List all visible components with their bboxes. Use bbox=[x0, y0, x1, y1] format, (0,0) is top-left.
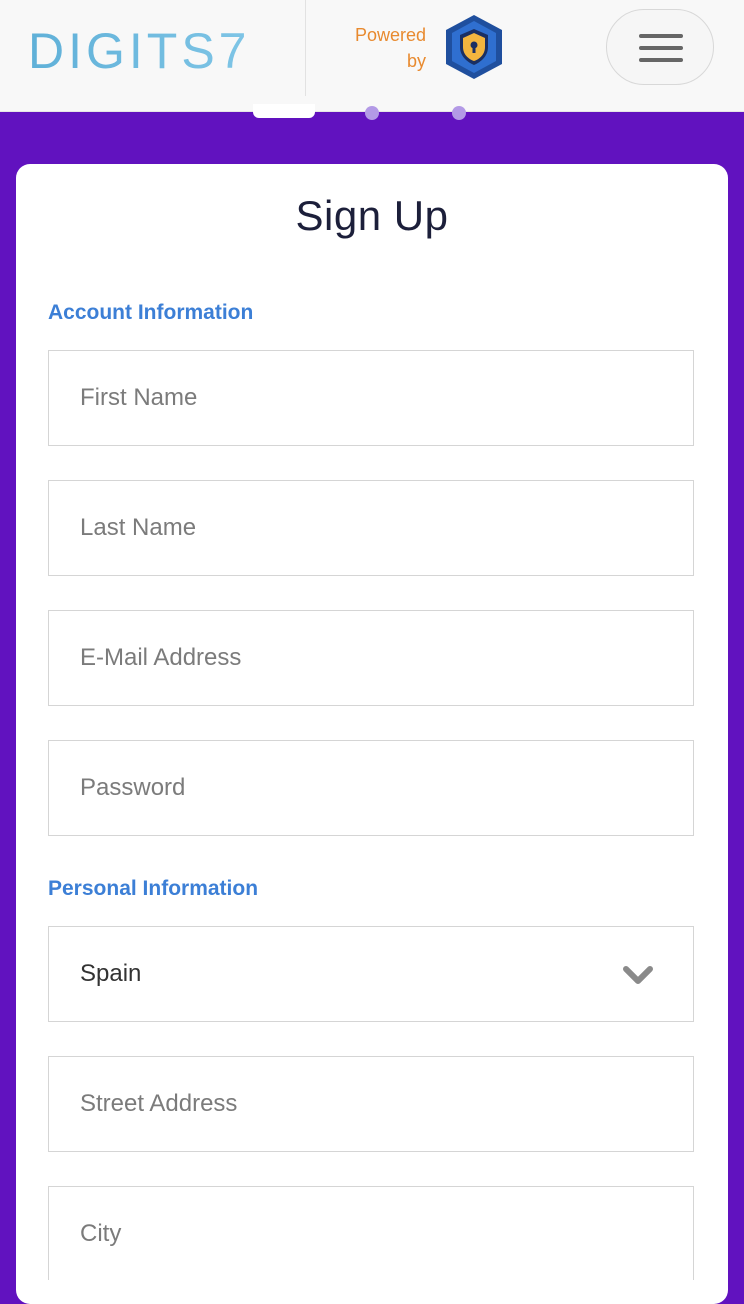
street-address-field[interactable] bbox=[48, 1056, 694, 1152]
hamburger-icon-bar bbox=[639, 46, 683, 50]
menu-button[interactable] bbox=[606, 9, 714, 85]
email-input[interactable] bbox=[80, 611, 640, 705]
shield-lock-icon bbox=[440, 13, 508, 81]
account-section-heading: Account Information bbox=[48, 301, 254, 324]
password-input[interactable] bbox=[80, 741, 640, 835]
city-input[interactable] bbox=[80, 1187, 640, 1281]
powered-line1: Powered bbox=[354, 25, 426, 45]
hamburger-icon-bar bbox=[639, 58, 683, 62]
first-name-input[interactable] bbox=[80, 351, 640, 445]
street-address-input[interactable] bbox=[80, 1057, 640, 1151]
brand-logo[interactable]: DIGITS7 bbox=[28, 22, 278, 74]
password-field[interactable] bbox=[48, 740, 694, 836]
carousel-dot-active[interactable] bbox=[253, 104, 315, 118]
country-select-value: Spain bbox=[80, 960, 142, 987]
last-name-field[interactable] bbox=[48, 480, 694, 576]
powered-by-label: Powered by bbox=[330, 22, 426, 74]
powered-line2: by bbox=[406, 51, 426, 71]
email-field[interactable] bbox=[48, 610, 694, 706]
city-field[interactable] bbox=[48, 1186, 694, 1281]
hamburger-icon bbox=[639, 34, 683, 38]
carousel-dot[interactable] bbox=[365, 106, 379, 120]
carousel-dot[interactable] bbox=[452, 106, 466, 120]
brand-text: DIGITS7 bbox=[28, 23, 250, 74]
first-name-field[interactable] bbox=[48, 350, 694, 446]
personal-section-heading: Personal Information bbox=[48, 877, 259, 900]
last-name-input[interactable] bbox=[80, 481, 640, 575]
header-divider bbox=[305, 0, 306, 96]
chevron-down-icon bbox=[623, 966, 653, 984]
country-select[interactable]: Spain bbox=[48, 926, 694, 1022]
page-title: Sign Up bbox=[295, 192, 449, 239]
app-header: DIGITS7 Powered by bbox=[0, 0, 744, 112]
carousel-indicator bbox=[0, 104, 744, 120]
